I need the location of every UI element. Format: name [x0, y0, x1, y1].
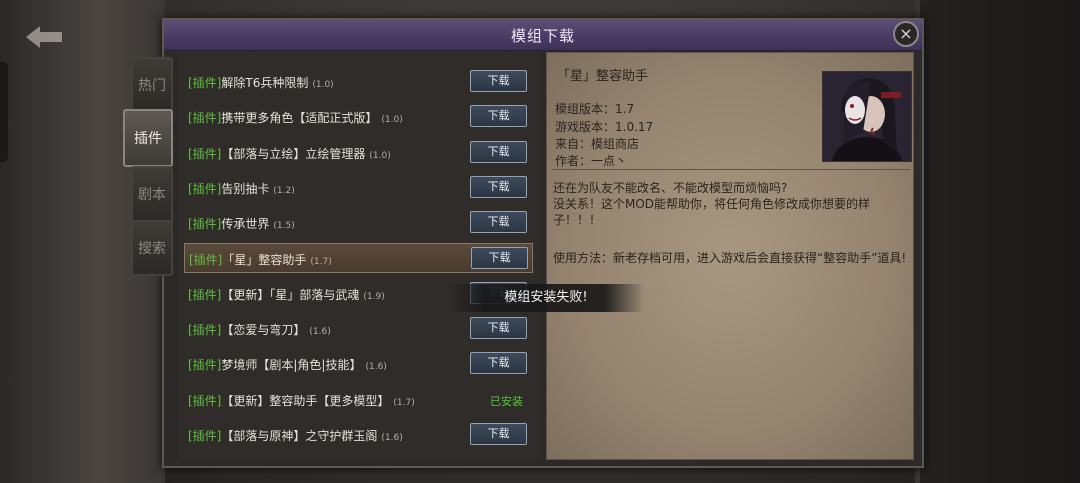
mod-tag: [插件]: [188, 76, 222, 90]
download-button[interactable]: 下载: [470, 105, 527, 127]
detail-author: 作者：一点丶: [555, 154, 628, 168]
mod-tag: [插件]: [188, 394, 222, 408]
mod-tag: [插件]: [188, 358, 222, 372]
mod-list-item[interactable]: [插件]梦境师【剧本|角色|技能】 (1.6) 下载: [184, 349, 533, 379]
mod-version: (1.7): [393, 398, 415, 408]
mod-tag: [插件]: [189, 253, 223, 267]
mod-list-item[interactable]: [插件]解除T6兵种限制 (1.0) 下载: [184, 67, 533, 97]
mod-name: 【更新】「星」部落与武魂: [221, 288, 360, 302]
mod-list-item[interactable]: [插件]携带更多角色【适配正式版】 (1.0) 下载: [184, 102, 533, 132]
side-handle[interactable]: [0, 62, 8, 162]
dialog-title: 模组下载: [510, 27, 575, 45]
mod-name: 传承世界: [221, 217, 270, 231]
tab-scripts[interactable]: 剧本: [131, 166, 173, 222]
install-failed-toast: 模组安装失败!: [448, 284, 644, 312]
mod-version: (1.0): [369, 151, 391, 161]
back-arrow-icon[interactable]: [22, 22, 66, 52]
mod-name: 【部落与原神】之守护群玉阁: [221, 429, 378, 443]
detail-mod-version: 模组版本：1.7: [555, 102, 635, 116]
mod-tag: [插件]: [188, 182, 222, 196]
mod-name: 告别抽卡: [221, 182, 270, 196]
tab-search[interactable]: 搜索: [131, 220, 173, 276]
detail-description-line2: 没关系！这个MOD能帮助你，将任何角色修改成你想要的样子！！！: [553, 197, 871, 227]
download-button[interactable]: 下载: [470, 317, 527, 339]
mod-version: (1.0): [312, 80, 334, 90]
mod-name: 【恋爱与弯刀】: [221, 323, 306, 337]
detail-description-line1: 还在为队友不能改名、不能改模型而烦恼吗?: [553, 181, 788, 195]
mod-name: 【部落与立绘】立绘管理器: [221, 147, 366, 161]
mod-tag: [插件]: [188, 288, 222, 302]
mod-version: (1.0): [381, 115, 403, 125]
detail-divider: [552, 169, 910, 170]
mod-name: 解除T6兵种限制: [221, 76, 309, 90]
download-button[interactable]: 下载: [471, 247, 528, 269]
mod-version: (1.9): [363, 292, 385, 302]
download-button[interactable]: 下载: [470, 176, 527, 198]
mod-list-item[interactable]: [插件]【部落与立绘】立绘管理器 (1.0) 下载: [184, 138, 533, 168]
mod-preview-image: [822, 71, 912, 162]
mod-tag: [插件]: [188, 323, 222, 337]
mod-tag: [插件]: [188, 111, 222, 125]
mod-list-item[interactable]: [插件]【部落与原神】之守护群玉阁 (1.6) 下载: [184, 420, 533, 450]
mod-version: (1.6): [309, 327, 331, 337]
mod-list-item[interactable]: [插件]【更新】整容助手【更多模型】 (1.7) 已安装: [184, 385, 533, 415]
mod-name: 「星」整容助手: [222, 253, 307, 267]
download-button[interactable]: 下载: [470, 423, 527, 445]
tab-plugins[interactable]: 插件: [123, 109, 173, 167]
mod-name: 梦境师【剧本|角色|技能】: [221, 358, 362, 372]
mod-list-item[interactable]: [插件]传承世界 (1.5) 下载: [184, 208, 533, 238]
detail-title: 「星」整容助手: [557, 69, 649, 84]
mod-tag: [插件]: [188, 429, 222, 443]
background-right-overlay: [920, 0, 1080, 483]
mod-tag: [插件]: [188, 217, 222, 231]
close-button[interactable]: ×: [893, 21, 919, 47]
mod-version: (1.2): [273, 186, 295, 196]
mod-list-item[interactable]: [插件]告别抽卡 (1.2) 下载: [184, 173, 533, 203]
download-button[interactable]: 下载: [470, 141, 527, 163]
mod-version: (1.6): [365, 362, 387, 372]
installed-status: 已安装: [490, 395, 523, 408]
download-button[interactable]: 下载: [470, 352, 527, 374]
mod-list-item[interactable]: [插件]【恋爱与弯刀】 (1.6) 下载: [184, 314, 533, 344]
detail-game-version: 游戏版本：1.0.17: [555, 120, 654, 134]
mod-list-item-selected[interactable]: [插件]「星」整容助手 (1.7) 下载: [184, 243, 533, 273]
mod-name: 携带更多角色【适配正式版】: [221, 111, 378, 125]
detail-source: 来自：模组商店: [555, 137, 640, 151]
mod-version: (1.6): [381, 433, 403, 443]
mod-tag: [插件]: [188, 147, 222, 161]
dialog-title-bar: 模组下载: [164, 20, 922, 51]
mod-version: (1.7): [310, 257, 332, 267]
mod-name: 【更新】整容助手【更多模型】: [221, 394, 390, 408]
download-button[interactable]: 下载: [470, 211, 527, 233]
tab-hot[interactable]: 热门: [131, 57, 173, 113]
detail-usage: 使用方法：新老存档可用，进入游戏后会直接获得“整容助手”道具!: [553, 251, 907, 265]
download-button[interactable]: 下载: [470, 70, 527, 92]
mod-version: (1.5): [273, 221, 295, 231]
